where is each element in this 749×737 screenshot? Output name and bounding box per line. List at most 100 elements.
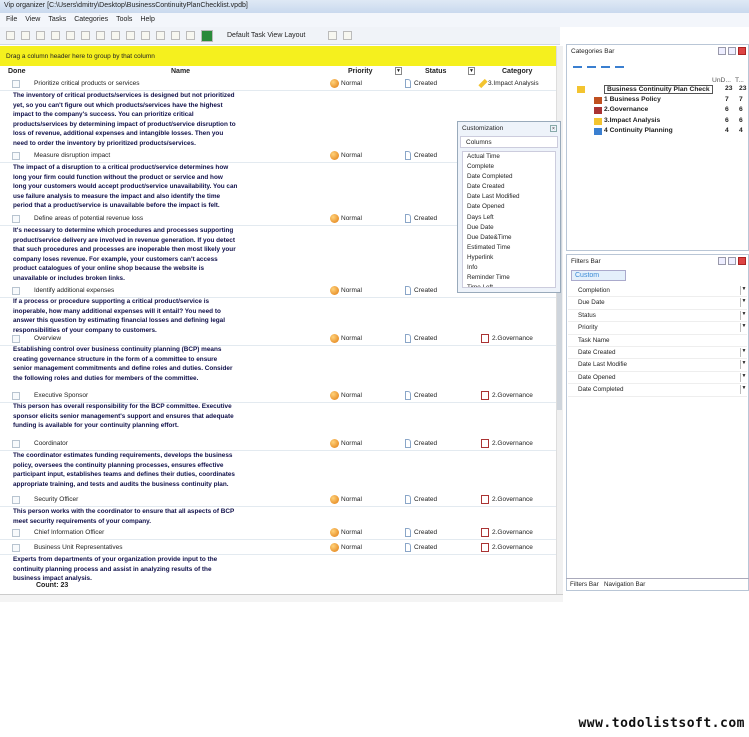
layout-icon[interactable] [201, 29, 213, 42]
column-list[interactable]: Actual Time Complete Date Completed Date Cr… [462, 151, 556, 288]
column-category[interactable]: Category [502, 68, 532, 75]
column-status[interactable]: Status [425, 68, 446, 75]
column-done[interactable]: Done [8, 68, 26, 75]
done-checkbox[interactable] [12, 287, 20, 295]
task-name[interactable]: Coordinator [34, 440, 68, 447]
task-name[interactable]: Identify additional expenses [34, 287, 114, 294]
delete-layout-icon[interactable] [343, 31, 352, 40]
group-by-bar[interactable]: Drag a column header here to group by th… [0, 46, 556, 66]
task-name[interactable]: Prioritize critical products or services [34, 80, 139, 87]
category-item[interactable]: 2.Governance [604, 106, 648, 113]
column-name[interactable]: Name [171, 68, 190, 75]
comment-icon[interactable] [126, 31, 135, 40]
done-checkbox[interactable] [12, 392, 20, 400]
column-option[interactable]: Actual Time [463, 152, 555, 162]
close-icon[interactable] [738, 257, 746, 265]
chevron-down-icon[interactable]: ▼ [740, 298, 747, 308]
move-down-icon[interactable] [156, 31, 165, 40]
table-row[interactable]: Security Officer Normal Created 2.Governa… [0, 493, 556, 507]
done-checkbox[interactable] [12, 440, 20, 448]
column-option[interactable]: Info [463, 263, 555, 273]
collapse-icon[interactable] [186, 31, 195, 40]
task-name[interactable]: Measure disruption impact [34, 152, 110, 159]
outdent-icon[interactable] [66, 31, 75, 40]
chevron-down-icon[interactable]: ▼ [740, 323, 747, 333]
task-name[interactable]: Overview [34, 335, 61, 342]
chevron-down-icon[interactable]: ▼ [740, 385, 747, 395]
chevron-down-icon[interactable]: ▼ [740, 360, 747, 370]
restore-icon[interactable] [718, 47, 726, 55]
menu-help[interactable]: Help [140, 16, 154, 23]
column-option[interactable]: Date Last Modified [463, 192, 555, 202]
task-name[interactable]: Chief Information Officer [34, 529, 104, 536]
filter-field[interactable]: Due Date ▼ [568, 297, 747, 310]
column-option[interactable]: Estimated Time [463, 243, 555, 253]
column-option[interactable]: Hyperlink [463, 253, 555, 263]
copy-icon[interactable] [81, 31, 90, 40]
task-name[interactable]: Executive Sponsor [34, 392, 88, 399]
edit-category-icon[interactable] [601, 60, 610, 68]
done-checkbox[interactable] [12, 529, 20, 537]
column-option[interactable]: Date Opened [463, 202, 555, 212]
menu-categories[interactable]: Categories [74, 16, 108, 23]
done-checkbox[interactable] [12, 335, 20, 343]
filter-field[interactable]: Task Name [568, 335, 747, 347]
tab-navigation-bar[interactable]: Navigation Bar [604, 581, 645, 588]
table-row[interactable]: Chief Information Officer Normal Created… [0, 526, 556, 540]
done-checkbox[interactable] [12, 80, 20, 88]
filter-field[interactable]: Status ▼ [568, 310, 747, 323]
table-row[interactable]: Executive Sponsor Normal Created 2.Govern… [0, 389, 556, 403]
menu-file[interactable]: File [6, 16, 17, 23]
move-up-icon[interactable] [141, 31, 150, 40]
menu-view[interactable]: View [25, 16, 40, 23]
done-checkbox[interactable] [12, 215, 20, 223]
close-icon[interactable]: × [550, 125, 557, 132]
column-option[interactable]: Due Date&Time [463, 233, 555, 243]
table-row[interactable]: Prioritize critical products or services… [0, 77, 556, 91]
category-item[interactable]: 3.Impact Analysis [604, 117, 660, 124]
table-row[interactable]: Coordinator Normal Created 2.Governance [0, 437, 556, 451]
column-option[interactable]: Due Date [463, 223, 555, 233]
task-name[interactable]: Business Unit Representatives [34, 544, 123, 551]
column-option[interactable]: Date Created [463, 182, 555, 192]
table-row[interactable]: Overview Normal Created 2.Governance [0, 332, 556, 346]
pin-icon[interactable] [728, 47, 736, 55]
column-option[interactable]: Time Left [463, 283, 555, 287]
pin-icon[interactable] [728, 257, 736, 265]
add-category-icon[interactable] [573, 60, 582, 68]
save-icon[interactable] [36, 31, 45, 40]
filter-field[interactable]: Date Last Modifie ▼ [568, 359, 747, 372]
edit-icon[interactable] [96, 31, 105, 40]
apply-layout-icon[interactable] [328, 31, 337, 40]
delete-category-icon[interactable] [615, 60, 624, 68]
menu-tools[interactable]: Tools [116, 16, 132, 23]
chevron-down-icon[interactable]: ▼ [740, 372, 747, 382]
table-row[interactable]: Business Unit Representatives Normal Cre… [0, 541, 556, 555]
chevron-down-icon[interactable]: ▼ [740, 348, 747, 357]
undone-column[interactable]: UnD... [712, 77, 731, 84]
indent-icon[interactable] [51, 31, 60, 40]
filter-preset-select[interactable]: Custom [571, 270, 626, 281]
filter-field[interactable]: Completion ▼ [568, 285, 747, 298]
task-name[interactable]: Security Officer [34, 496, 78, 503]
column-option[interactable]: Complete [463, 162, 555, 172]
restore-icon[interactable] [718, 257, 726, 265]
column-option[interactable]: Days Left [463, 213, 555, 223]
filter-field[interactable]: Priority ▼ [568, 322, 747, 335]
priority-filter-icon[interactable]: ▼ [395, 67, 402, 75]
done-checkbox[interactable] [12, 544, 20, 552]
chevron-down-icon[interactable]: ▼ [740, 310, 747, 320]
done-checkbox[interactable] [12, 152, 20, 160]
column-option[interactable]: Reminder Time [463, 273, 555, 283]
chevron-down-icon[interactable]: ▼ [740, 286, 747, 295]
filter-field[interactable]: Date Opened ▼ [568, 372, 747, 385]
status-filter-icon[interactable]: ▼ [468, 67, 475, 75]
column-priority[interactable]: Priority [348, 68, 373, 75]
done-checkbox[interactable] [12, 496, 20, 504]
close-icon[interactable] [738, 47, 746, 55]
category-item[interactable]: Business Continuity Plan Check [604, 85, 713, 94]
new-task-icon[interactable] [6, 31, 15, 40]
total-column[interactable]: T... [735, 77, 744, 84]
column-option[interactable]: Date Completed [463, 172, 555, 182]
category-item[interactable]: 1 Business Policy [604, 96, 661, 103]
